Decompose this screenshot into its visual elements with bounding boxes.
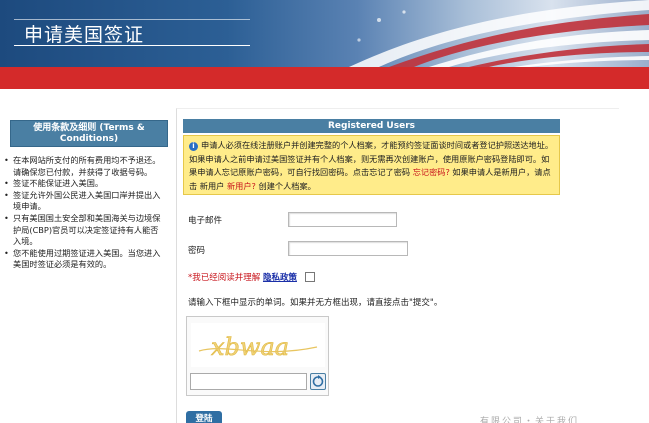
- notice-box: i 申请人必须在线注册账户并创建完整的个人档案，才能预约签证面谈时间或者登记护照送…: [183, 135, 560, 195]
- flag-graphic: [349, 0, 649, 67]
- header-divider: [14, 45, 250, 46]
- footer-faded-text: 有限公司・关于我们: [480, 417, 580, 423]
- agree-text: 我已经阅读并理解: [192, 273, 261, 283]
- captcha-hint: 请输入下框中显示的单词。如果并无方框出现，请直接点击"提交"。: [188, 298, 443, 308]
- privacy-agreement: *我已经阅读并理解 隐私政策: [188, 271, 297, 283]
- notice-text-3: 创建个人档案。: [258, 180, 316, 191]
- privacy-policy-link[interactable]: 隐私政策: [263, 273, 297, 283]
- terms-item: 签证不能保证进入美国。: [4, 178, 164, 190]
- site-header: 申请美国签证: [0, 0, 649, 67]
- new-user-link[interactable]: 新用户?: [227, 181, 256, 191]
- email-input[interactable]: [288, 212, 397, 227]
- captcha-text: xbwaa: [211, 333, 289, 361]
- email-label: 电子邮件: [188, 216, 223, 226]
- refresh-captcha-button[interactable]: [310, 373, 326, 390]
- header-red-bar: [0, 67, 649, 89]
- password-input[interactable]: [288, 241, 408, 256]
- page-title: 申请美国签证: [24, 24, 145, 46]
- captcha-input[interactable]: [190, 373, 307, 390]
- terms-item: 只有美国国土安全部和美国海关与边境保护局(CBP)官员可以决定签证持有人能否入境…: [4, 213, 164, 248]
- refresh-icon: [312, 375, 324, 387]
- terms-item: 签证允许外国公民进入美国口岸并提出入境申请。: [4, 190, 164, 213]
- panel-title: Registered Users: [183, 119, 560, 133]
- privacy-checkbox[interactable]: [305, 272, 315, 282]
- terms-list: 在本网站所支付的所有费用均不予退还。请确保您已付款，并获得了收据号码。 签证不能…: [4, 155, 164, 271]
- captcha-image: xbwaa: [191, 323, 325, 367]
- terms-title: 使用条款及细则 (Terms & Conditions): [10, 120, 168, 147]
- info-icon: i: [189, 142, 198, 151]
- password-label: 密码: [188, 246, 206, 256]
- terms-item: 您不能使用过期签证进入美国。当您进入美国时签证必须是有效的。: [4, 248, 164, 271]
- forgot-password-link[interactable]: 忘记密码?: [413, 167, 450, 177]
- captcha-container: xbwaa: [186, 316, 329, 396]
- terms-item: 在本网站所支付的所有费用均不予退还。请确保您已付款，并获得了收据号码。: [4, 155, 164, 178]
- login-button[interactable]: 登陆: [186, 411, 222, 423]
